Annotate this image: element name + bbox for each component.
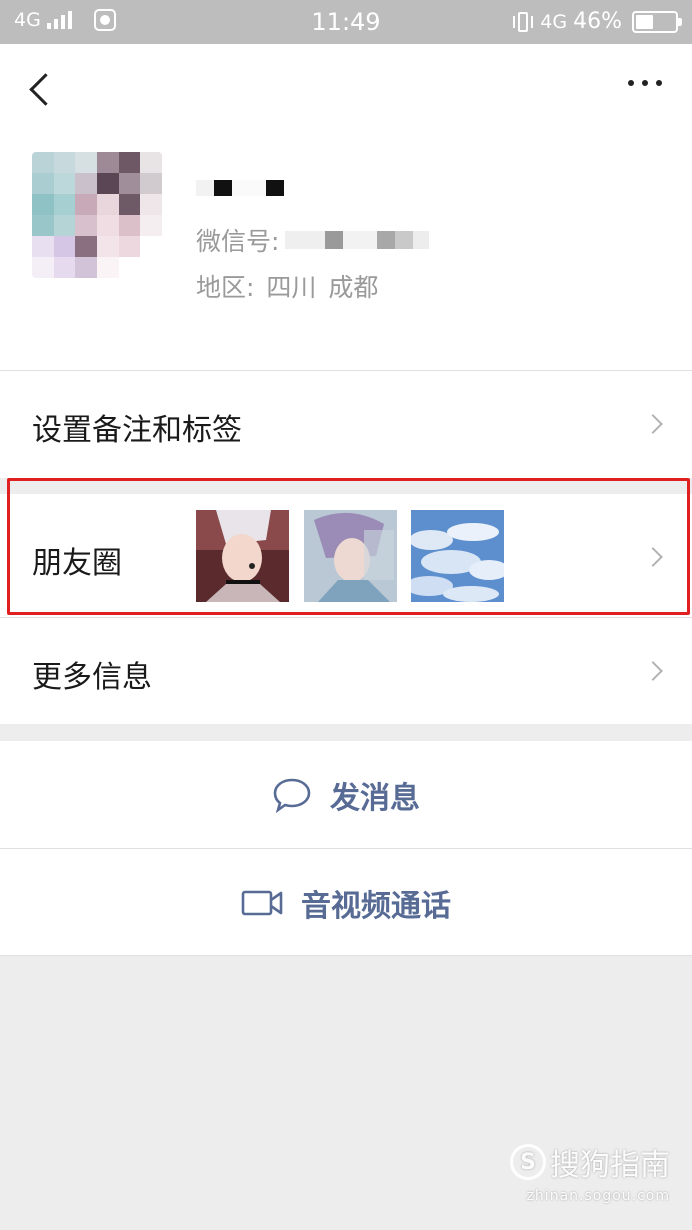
chevron-right-icon — [643, 661, 663, 681]
region-line: 地区: 四川 成都 — [196, 268, 382, 304]
more-info-row[interactable]: 更多信息 — [0, 618, 692, 724]
avatar[interactable] — [32, 152, 162, 278]
remark-tags-row[interactable]: 设置备注和标签 — [0, 371, 692, 478]
chevron-right-icon — [643, 414, 663, 434]
more-info-label: 更多信息 — [32, 660, 152, 695]
video-call-button[interactable]: 音视频通话 — [0, 849, 692, 955]
wechat-id-label: 微信号: — [196, 227, 280, 256]
send-message-button[interactable]: 发消息 — [0, 741, 692, 848]
wechat-id-redacted — [285, 231, 430, 249]
divider — [0, 955, 692, 956]
status-bar: 4G 11:49 4G 46% — [0, 0, 692, 44]
region-label: 地区: — [196, 273, 255, 302]
sogou-watermark: S 搜狗指南 zhinan.sogou.com — [510, 1140, 670, 1204]
video-call-label: 音视频通话 — [301, 889, 451, 924]
wechat-id-line: 微信号: — [196, 222, 430, 258]
send-message-label: 发消息 — [330, 781, 420, 816]
profile-header: 微信号: 地区: 四川 成都 — [0, 44, 692, 370]
more-dots-icon[interactable] — [628, 80, 662, 86]
battery-percent: 46% — [573, 9, 622, 34]
network-type-right: 4G — [540, 10, 568, 33]
sogou-logo-icon: S — [510, 1144, 546, 1180]
vibrate-icon — [512, 11, 534, 33]
moments-thumbnail[interactable] — [304, 510, 397, 602]
watermark-brand: 搜狗指南 — [550, 1148, 670, 1183]
watermark-url: zhinan.sogou.com — [526, 1188, 670, 1204]
nickname-redacted — [196, 178, 284, 198]
region-province: 四川 — [266, 273, 317, 302]
battery-icon — [632, 10, 682, 33]
region-city: 成都 — [328, 273, 379, 302]
remark-tags-label: 设置备注和标签 — [32, 413, 242, 448]
moments-thumbnail[interactable] — [196, 510, 289, 602]
chat-bubble-icon — [273, 778, 311, 813]
chevron-left-icon[interactable] — [20, 68, 60, 112]
video-camera-icon — [241, 890, 283, 916]
moments-thumbnail[interactable] — [411, 510, 504, 602]
